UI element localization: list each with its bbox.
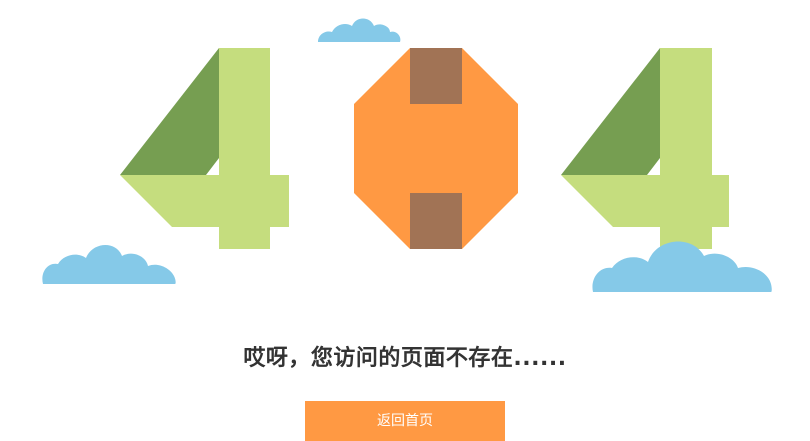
back-to-home-button[interactable]: 返回首页 (305, 401, 505, 441)
error-message: 哎呀，您访问的页面不存在...... (243, 346, 567, 371)
cloud-icon (318, 18, 401, 42)
cloud-icon (592, 241, 772, 292)
digit-four-right (561, 48, 729, 249)
error-404-illustration (42, 18, 772, 292)
digit-zero (354, 48, 518, 249)
error-404-page: 哎呀，您访问的页面不存在...... 返回首页 (0, 0, 810, 441)
digit-four-left (120, 48, 289, 249)
cloud-icon (42, 244, 176, 284)
